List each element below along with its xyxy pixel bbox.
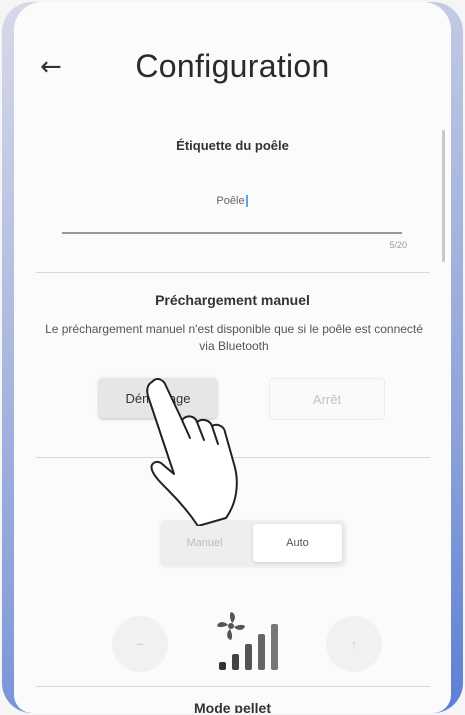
mode-manual-option[interactable]: Manuel <box>160 520 249 566</box>
device-frame: ← Configuration Étiquette du poêle Poêle… <box>2 2 463 713</box>
stove-name-input[interactable]: Poêle <box>62 187 402 234</box>
app-screen: ← Configuration Étiquette du poêle Poêle… <box>14 2 451 713</box>
stove-label-heading: Étiquette du poêle <box>176 138 289 153</box>
fan-decrease-button[interactable]: − <box>112 616 168 672</box>
start-button[interactable]: Démarrage <box>99 378 217 418</box>
stop-button[interactable]: Arrêt <box>269 378 385 420</box>
scrollbar[interactable] <box>442 130 445 262</box>
fan-speed-indicator <box>209 608 289 678</box>
mode-toggle: Manuel Auto <box>160 520 346 566</box>
stove-name-value: Poêle <box>216 195 245 207</box>
fan-increase-button[interactable]: ↑ <box>326 616 382 672</box>
char-counter: 5/20 <box>389 240 407 250</box>
pellet-mode-title: Mode pellet <box>193 700 271 713</box>
text-caret <box>245 195 248 208</box>
divider <box>36 457 430 458</box>
fan-speed-icon <box>217 612 278 670</box>
divider <box>36 686 430 687</box>
mode-auto-option[interactable]: Auto <box>253 524 342 562</box>
header: ← Configuration <box>14 42 451 102</box>
divider <box>36 272 430 273</box>
manual-preload-description: Le préchargement manuel n'est disponible… <box>45 322 423 353</box>
page-title: Configuration <box>135 48 330 84</box>
manual-preload-title: Préchargement manuel <box>155 292 310 308</box>
